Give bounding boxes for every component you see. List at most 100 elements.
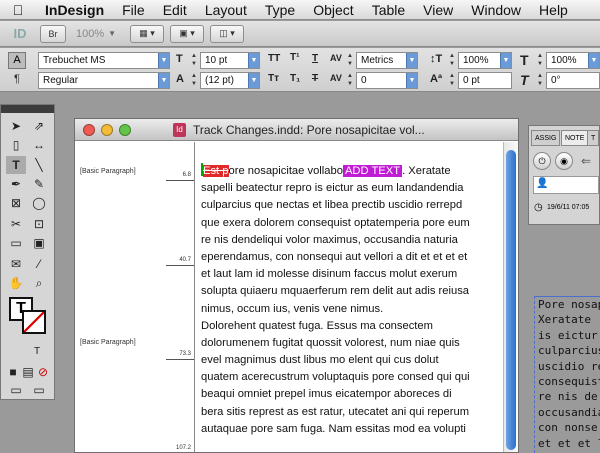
text-line[interactable]: culparcius que nectas et libea prectib u… <box>201 197 501 214</box>
stroke-swatch[interactable] <box>22 310 46 334</box>
screen-mode-button[interactable]: ▣ ▾ <box>170 24 205 43</box>
text-line[interactable]: beaqui omniet prepel imus eicatempor abo… <box>201 386 501 403</box>
zoom-tool-icon[interactable]: ⌕ <box>29 274 49 292</box>
horizontal-scale-field[interactable]: 100% ▼ <box>546 52 600 69</box>
direct-selection-tool-icon[interactable]: ⇗ <box>29 117 49 135</box>
tab-notes[interactable]: NOTE <box>561 130 589 146</box>
text-line[interactable]: que exera dolorem consequist optatemperi… <box>201 215 501 232</box>
baseline-shift-field[interactable]: 0 pt <box>458 72 512 89</box>
subscript-icon[interactable]: T₁ <box>290 73 300 84</box>
menu-type[interactable]: Type <box>256 0 304 20</box>
menu-edit[interactable]: Edit <box>154 0 196 20</box>
vertical-scale-stepper[interactable]: ▲ ▼ <box>448 52 456 69</box>
note-tool-icon[interactable]: ✉ <box>6 255 26 273</box>
tab-track-changes[interactable]: T <box>587 130 600 146</box>
pen-tool-icon[interactable]: ✒ <box>6 175 26 193</box>
fill-stroke-swatch[interactable]: T <box>9 297 47 335</box>
menu-view[interactable]: View <box>414 0 462 20</box>
arrow-left-icon[interactable]: ⇐ <box>581 154 591 168</box>
text-line[interactable]: solupta quiaeru mquaerferum rem delit au… <box>201 283 501 300</box>
eye-icon[interactable]: ◉ <box>555 152 573 170</box>
menu-help[interactable]: Help <box>530 0 577 20</box>
text-line[interactable]: et laut lam id molesse disinum faccus mo… <box>201 266 501 283</box>
type-tool-icon[interactable]: T <box>6 156 26 174</box>
menu-layout[interactable]: Layout <box>196 0 256 20</box>
deleted-text[interactable]: Est p <box>203 165 229 177</box>
skew-stepper[interactable]: ▲ ▼ <box>536 72 544 89</box>
apple-icon[interactable]:  <box>0 2 36 18</box>
text-line[interactable]: nimus, occum ius, venis vene nimus. <box>201 301 501 318</box>
text-line[interactable]: autaquae pore sam fuga. Nam essitas mod … <box>201 421 501 438</box>
tracking-stepper[interactable]: ▲ ▼ <box>346 72 354 89</box>
story-text-area[interactable]: Est pore nosapicitae vollabo ADD TEXT. Xe… <box>201 142 501 452</box>
hand-tool-icon[interactable]: ✋ <box>6 274 26 292</box>
text-line[interactable]: sapelli beatectur repro is eictur as eum… <box>201 180 501 197</box>
skew-field[interactable]: 0° <box>546 72 600 89</box>
tracking-field[interactable]: 0 ▼ <box>356 72 418 89</box>
leading-field[interactable]: (12 pt) ▼ <box>200 72 260 89</box>
free-transform-tool-icon[interactable]: ⊡ <box>29 215 49 233</box>
line-tool-icon[interactable]: ╲ <box>29 156 49 174</box>
menu-object[interactable]: Object <box>304 0 362 20</box>
zoom-dropdown-icon[interactable]: ▼ <box>108 29 116 38</box>
chevron-down-icon[interactable]: ▼ <box>500 53 511 68</box>
close-button[interactable] <box>83 124 95 136</box>
formatting-text-icon[interactable]: T <box>27 343 47 361</box>
tools-panel-titlebar[interactable] <box>1 105 54 113</box>
chevron-down-icon[interactable]: ▼ <box>406 53 417 68</box>
chevron-down-icon[interactable]: ▼ <box>158 73 169 88</box>
preview-mode-icon[interactable]: ▭ <box>29 381 49 399</box>
underline-icon[interactable]: T <box>312 53 318 64</box>
character-mode-icon[interactable]: A <box>8 52 26 69</box>
gradient-feather-tool-icon[interactable]: ▣ <box>29 234 49 252</box>
view-options-button[interactable]: ▦ ▾ <box>130 24 165 43</box>
superscript-icon[interactable]: T¹ <box>290 52 299 63</box>
menu-window[interactable]: Window <box>462 0 530 20</box>
bridge-button[interactable]: Br <box>40 24 66 43</box>
chevron-down-icon[interactable]: ▼ <box>588 53 599 68</box>
text-line[interactable]: eperendamus, con nonsequi aut vellori a … <box>201 249 501 266</box>
text-line[interactable]: dolorumenem fugitat quossit volorest, nu… <box>201 335 501 352</box>
vertical-scrollbar[interactable] <box>503 142 518 452</box>
minimize-button[interactable] <box>101 124 113 136</box>
horizontal-scale-stepper[interactable]: ▲ ▼ <box>536 52 544 69</box>
layout-text-frame[interactable]: Pore nosap Xeratate is eictur culparcius… <box>534 296 600 453</box>
font-size-field[interactable]: 10 pt ▼ <box>200 52 260 69</box>
selection-tool-icon[interactable]: ➤ <box>6 117 26 135</box>
scissors-tool-icon[interactable]: ✂ <box>6 215 26 233</box>
note-user-field[interactable]: 👤 <box>533 176 599 194</box>
menu-table[interactable]: Table <box>363 0 414 20</box>
strikethrough-icon[interactable]: T <box>312 73 318 84</box>
font-size-stepper[interactable]: ▲ ▼ <box>190 52 198 69</box>
text-line[interactable]: re nis dendeliqui volor maximus, occusan… <box>201 232 501 249</box>
gap-tool-icon[interactable]: ↔ <box>29 136 49 154</box>
vertical-scale-field[interactable]: 100% ▼ <box>458 52 512 69</box>
menu-file[interactable]: File <box>113 0 154 20</box>
kerning-field[interactable]: Metrics ▼ <box>356 52 418 69</box>
power-icon[interactable]: ⏻ <box>533 152 551 170</box>
menu-indesign[interactable]: InDesign <box>36 0 113 20</box>
small-caps-icon[interactable]: Tт <box>268 73 279 84</box>
baseline-shift-stepper[interactable]: ▲ ▼ <box>448 72 456 89</box>
kerning-stepper[interactable]: ▲ ▼ <box>346 52 354 69</box>
scrollbar-thumb[interactable] <box>506 150 516 450</box>
chevron-down-icon[interactable]: ▼ <box>248 53 259 68</box>
all-caps-icon[interactable]: TT <box>268 53 280 64</box>
gradient-swatch-tool-icon[interactable]: ▭ <box>6 234 26 252</box>
pencil-tool-icon[interactable]: ✎ <box>29 175 49 193</box>
page-tool-icon[interactable]: ▯ <box>6 136 26 154</box>
text-line[interactable]: Est pore nosapicitae vollabo ADD TEXT. Xe… <box>201 163 501 180</box>
document-titlebar[interactable]: Id Track Changes.indd: Pore nosapicitae … <box>75 119 518 141</box>
paragraph-mode-icon[interactable]: ¶ <box>8 72 26 89</box>
text-line[interactable]: evel magnimus dust libus mo elent qui cu… <box>201 352 501 369</box>
font-style-field[interactable]: Regular ▼ <box>38 72 170 89</box>
chevron-down-icon[interactable]: ▼ <box>158 53 169 68</box>
tab-assignments[interactable]: ASSIG <box>531 130 561 146</box>
chevron-down-icon[interactable]: ▼ <box>248 73 259 88</box>
zoom-level[interactable]: 100% <box>76 28 104 40</box>
ellipse-tool-icon[interactable]: ◯ <box>29 194 49 212</box>
added-text[interactable]: ADD TEXT <box>342 165 403 177</box>
zoom-button[interactable] <box>119 124 131 136</box>
text-line[interactable]: bera sitis represt as est ratur, utecate… <box>201 404 501 421</box>
font-family-field[interactable]: Trebuchet MS ▼ <box>38 52 170 69</box>
